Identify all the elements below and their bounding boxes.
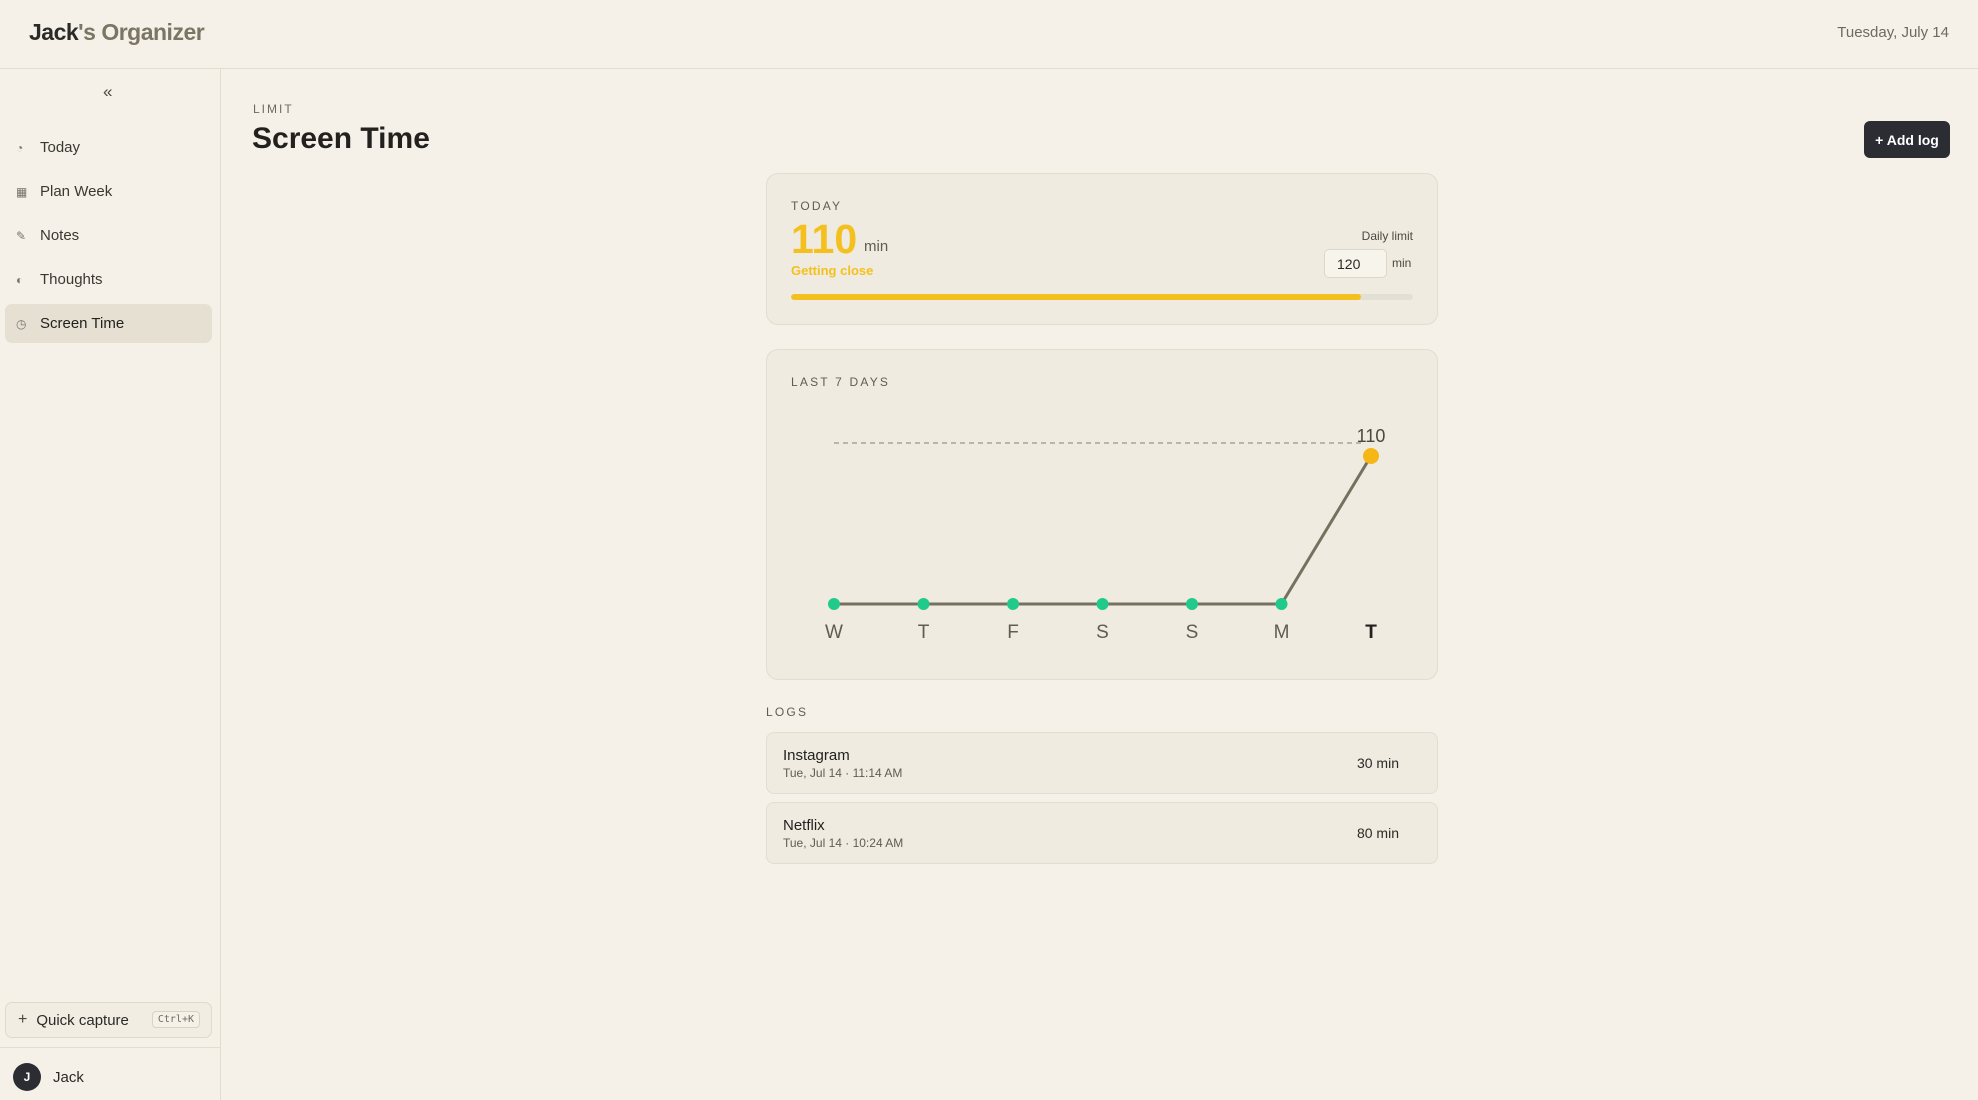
pencil-icon: ✎ [16, 228, 27, 243]
x-tick-label: W [825, 622, 843, 643]
page-eyebrow: LIMIT [253, 102, 294, 116]
sidebar-item-plan-week[interactable]: ▦ Plan Week [5, 172, 212, 211]
quick-capture-label: Quick capture [36, 1011, 129, 1029]
limit-progress-bar [791, 294, 1413, 300]
data-point [828, 598, 840, 610]
data-point [1007, 598, 1019, 610]
status-text: Getting close [791, 263, 874, 278]
logs-label: LOGS [766, 705, 809, 719]
clock-icon: ◔ [16, 140, 24, 155]
sidebar-item-label: Thoughts [40, 271, 103, 288]
sidebar-item-today[interactable]: ◔ Today [5, 128, 212, 167]
x-tick-label: S [1186, 622, 1199, 643]
sidebar-item-label: Notes [40, 227, 80, 244]
today-label: TODAY [791, 199, 843, 213]
brand-rest: 's Organizer [78, 19, 205, 45]
sidebar-item-notes[interactable]: ✎ Notes [5, 216, 212, 255]
data-label: 110 [1357, 426, 1386, 446]
sidebar-item-label: Plan Week [40, 183, 113, 200]
last-7-days-card: LAST 7 DAYS W T F S S M T 110 [766, 349, 1438, 680]
today-unit: min [864, 238, 889, 255]
collapse-sidebar-icon[interactable]: « [103, 82, 112, 102]
sidebar-item-label: Today [40, 139, 81, 156]
today-card: TODAY 110 min Getting close Daily limit … [766, 173, 1438, 325]
timer-icon: ◷ [16, 316, 27, 331]
series-line [834, 455, 1373, 606]
x-tick-label: S [1096, 622, 1109, 643]
add-log-button[interactable]: + Add log [1864, 121, 1950, 158]
grid-icon: ▦ [16, 184, 28, 199]
user-bar[interactable]: J Jack [0, 1047, 221, 1100]
x-tick-label: M [1274, 622, 1290, 643]
sidebar-item-thoughts[interactable]: ◐ Thoughts [5, 260, 212, 299]
data-point [1363, 448, 1379, 464]
current-date: Tuesday, July 14 [1837, 24, 1949, 41]
sidebar-item-screen-time[interactable]: ◷ Screen Time [5, 304, 212, 343]
daily-limit-label: Daily limit [1361, 229, 1413, 243]
page-title: Screen Time [252, 122, 430, 155]
shortcut-hint: Ctrl+K [151, 1011, 200, 1028]
log-app-name: Instagram [783, 747, 850, 764]
x-tick-label: F [1007, 622, 1019, 643]
app-brand[interactable]: Jack's Organizer [29, 19, 205, 46]
sidebar-item-label: Screen Time [40, 315, 125, 332]
daily-limit-input[interactable] [1324, 249, 1387, 278]
avatar: J [13, 1063, 41, 1091]
sidebar-nav: ◔ Today ▦ Plan Week ✎ Notes ◐ Thoughts ◷… [5, 128, 212, 348]
log-timestamp: Tue, Jul 14 · 10:24 AM [783, 836, 904, 850]
log-minutes: 80 min [1356, 825, 1399, 841]
x-tick-label: T [918, 622, 930, 643]
log-row[interactable]: Netflix Tue, Jul 14 · 10:24 AM 80 min [766, 802, 1438, 864]
user-name: Jack [53, 1069, 84, 1086]
half-circle-icon: ◐ [16, 272, 24, 287]
data-point [1096, 598, 1109, 610]
data-point [1186, 598, 1198, 610]
log-timestamp: Tue, Jul 14 · 11:14 AM [783, 766, 903, 780]
log-row[interactable]: Instagram Tue, Jul 14 · 11:14 AM 30 min [766, 732, 1438, 794]
screen-time-chart: W T F S S M T 110 [825, 426, 1386, 643]
sidebar: « ◔ Today ▦ Plan Week ✎ Notes ◐ Thoughts… [0, 69, 221, 1100]
limit-progress-fill [791, 294, 1362, 300]
today-minutes: 110 [791, 216, 858, 262]
daily-limit-unit: min [1392, 256, 1412, 270]
brand-first: Jack [29, 19, 79, 45]
x-tick-label: T [1365, 622, 1377, 643]
data-point [917, 598, 930, 610]
top-bar: Jack's Organizer Tuesday, July 14 [0, 0, 1978, 69]
log-minutes: 30 min [1356, 755, 1399, 771]
quick-capture-button[interactable]: + Quick capture Ctrl+K [5, 1002, 212, 1038]
log-app-name: Netflix [783, 817, 825, 834]
plus-icon: + [18, 1011, 28, 1028]
data-point [1275, 598, 1288, 610]
